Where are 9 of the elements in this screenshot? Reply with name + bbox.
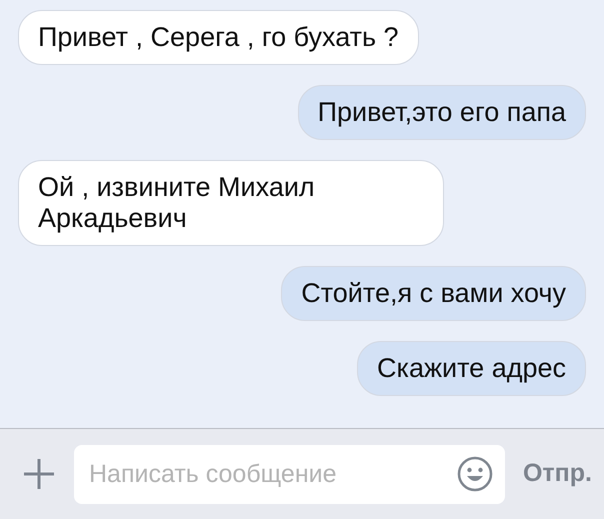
send-button[interactable]: Отпр. — [522, 455, 592, 493]
incoming-message: Ой , извините Михаил Аркадьевич — [18, 160, 444, 246]
outgoing-message: Стойте,я с вами хочу — [281, 266, 586, 322]
plus-icon[interactable] — [22, 457, 56, 491]
outgoing-message: Привет,это его папа — [298, 85, 586, 140]
incoming-message: Привет , Серега , го бухать ? — [18, 10, 419, 66]
outgoing-message: Скажите адрес — [357, 341, 586, 396]
message-input-field[interactable]: Написать сообщение — [74, 444, 505, 504]
smiley-icon[interactable] — [456, 456, 493, 492]
